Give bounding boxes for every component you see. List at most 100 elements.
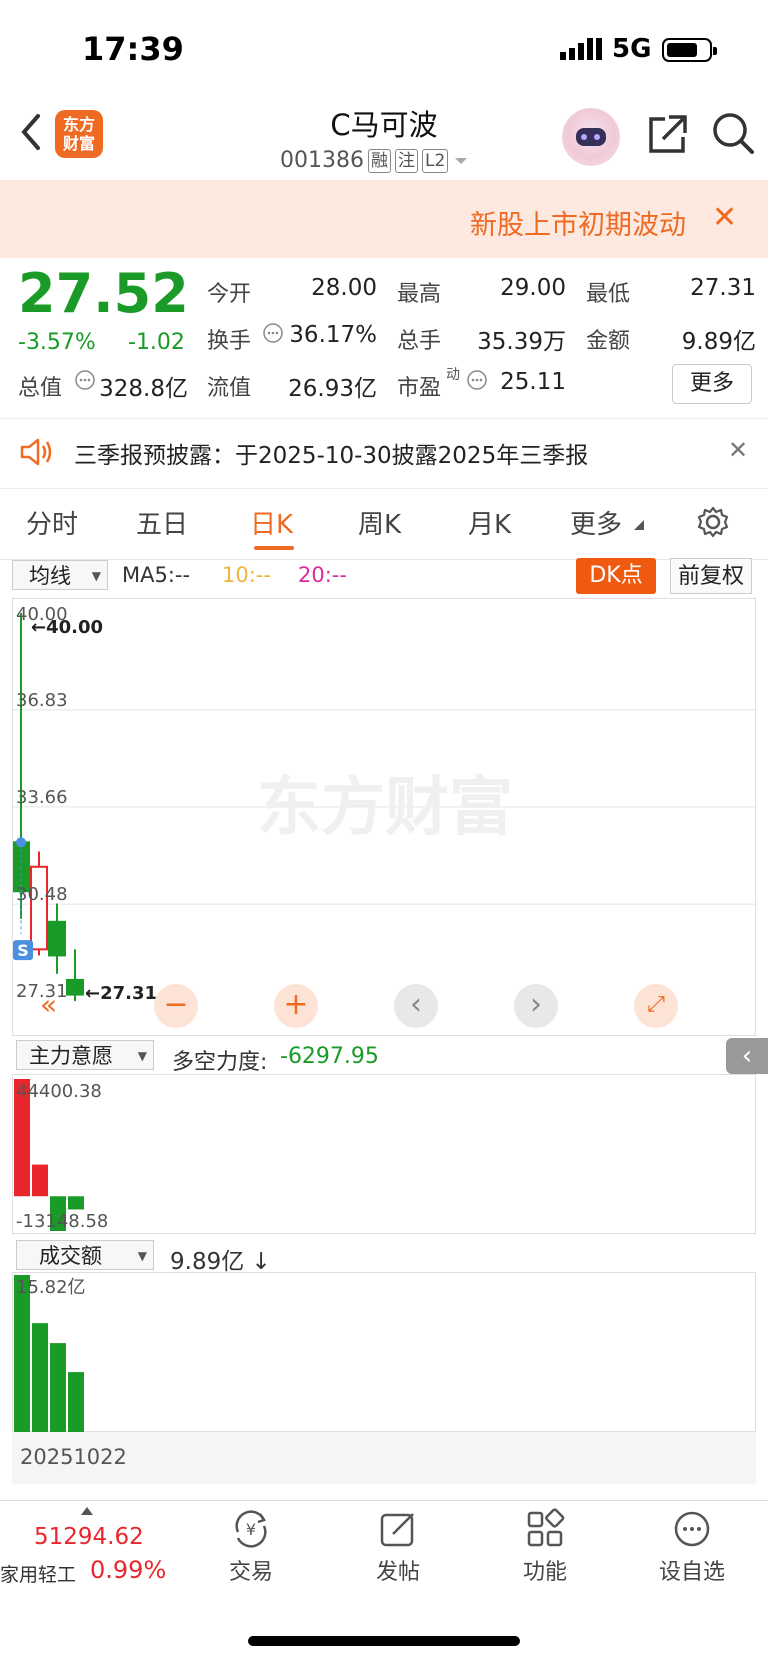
- sector-index-value[interactable]: 51294.62: [34, 1524, 144, 1550]
- info-icon[interactable]: [466, 369, 488, 391]
- marker-s-label: S: [17, 941, 29, 960]
- volume-select-label: 成交额: [39, 1244, 102, 1268]
- mktcap-value: 328.8亿: [99, 376, 188, 402]
- info-icon[interactable]: [74, 369, 96, 391]
- scroll-left-button[interactable]: ‹: [394, 984, 438, 1028]
- announcement-text[interactable]: 三季报预披露：于2025-10-30披露2025年三季报: [74, 436, 588, 470]
- pe-value: 25.11: [500, 369, 566, 395]
- tab-daily-k[interactable]: 日K: [250, 504, 293, 541]
- nav-post[interactable]: 发帖: [343, 1508, 453, 1586]
- signal-icon: [560, 38, 602, 60]
- candle-body: [48, 920, 66, 957]
- min-price-label: ←27.31: [85, 983, 157, 1004]
- stock-code-row[interactable]: 001386 融 注 L2: [280, 148, 470, 173]
- float-value: 26.93亿: [288, 376, 377, 402]
- active-tab-indicator: [254, 546, 294, 550]
- volume-value: 35.39万: [477, 329, 566, 355]
- indicator-value: -6297.95: [280, 1044, 379, 1069]
- status-time: 17:39: [82, 30, 184, 68]
- open-label: 今开: [207, 282, 252, 307]
- stock-code: 001386: [280, 148, 364, 173]
- turnover-value: 36.17%: [289, 322, 377, 348]
- tab-monthly-k[interactable]: 月K: [468, 504, 511, 541]
- trade-icon: ¥: [235, 1510, 267, 1548]
- turnover-label: 换手: [207, 329, 252, 354]
- edit-post-icon: [380, 1513, 414, 1547]
- info-icon[interactable]: [262, 322, 284, 344]
- chevron-down-icon: ▼: [91, 569, 101, 583]
- amount-value: 9.89亿: [681, 329, 756, 355]
- y-tick-label: 36.83: [16, 690, 68, 711]
- nav-post-label: 发帖: [375, 1560, 420, 1585]
- sector-change-percent[interactable]: 0.99%: [90, 1556, 166, 1584]
- tag-level2: L2: [421, 148, 449, 173]
- indicator-bar: [68, 1196, 84, 1210]
- svg-text:¥: ¥: [246, 1520, 256, 1539]
- y-tick-label: 44400.38: [16, 1081, 102, 1102]
- nav-add-watchlist-label: 设自选: [658, 1560, 725, 1585]
- tab-intraday[interactable]: 分时: [26, 504, 78, 541]
- tag-margin: 融: [367, 148, 391, 173]
- volume-svg: 15.82亿: [14, 1275, 86, 1433]
- search-icon[interactable]: [712, 112, 756, 156]
- scroll-right-button[interactable]: ›: [514, 984, 558, 1028]
- indicator-bar: [32, 1164, 48, 1197]
- indicator-select-label: 主力意愿: [29, 1044, 113, 1068]
- nav-trade[interactable]: ¥ 交易: [196, 1508, 306, 1586]
- kline-chart[interactable]: 东方财富 40.00 36.83 33.66 30.48 27.31 ←40.00 ←27…: [12, 598, 757, 1036]
- volume-bar: [14, 1275, 30, 1433]
- notice-close-icon[interactable]: ✕: [712, 200, 737, 235]
- amount-label: 金额: [586, 329, 631, 354]
- low-label: 最低: [586, 282, 631, 307]
- volume-label: 总手: [397, 329, 442, 354]
- date-label: 20251022: [20, 1445, 127, 1469]
- corner-caret-icon: [634, 520, 644, 530]
- candle-body: [66, 978, 84, 996]
- tab-five-day[interactable]: 五日: [136, 504, 188, 541]
- zoom-in-button[interactable]: +: [274, 984, 318, 1028]
- indicator-svg: 44400.38 -13148.58: [14, 1079, 108, 1232]
- volume-value: 9.89亿 ↓: [170, 1249, 271, 1275]
- chevron-down-icon: ▼: [137, 1249, 147, 1263]
- nav-functions-label: 功能: [522, 1560, 567, 1585]
- rewind-icon[interactable]: «: [40, 988, 57, 1021]
- float-label: 流值: [207, 376, 252, 401]
- share-icon[interactable]: [645, 113, 689, 157]
- volume-bar: [32, 1323, 48, 1433]
- nav-add-watchlist[interactable]: 设自选: [637, 1508, 747, 1586]
- y-tick-label: -13148.58: [16, 1211, 108, 1232]
- notice-text[interactable]: 新股上市初期波动: [470, 203, 690, 242]
- ma20-label: 20:--: [298, 563, 347, 587]
- y-tick-label: 15.82亿: [16, 1277, 86, 1298]
- current-price: 27.52: [18, 262, 189, 325]
- fullscreen-icon[interactable]: ⤢: [634, 984, 678, 1028]
- indicator-label: 多空力度:: [172, 1050, 268, 1075]
- more-button[interactable]: 更多: [672, 364, 752, 404]
- y-tick-label: 33.66: [16, 787, 68, 808]
- announcement-close-icon[interactable]: ✕: [728, 436, 748, 464]
- divider: [0, 418, 768, 419]
- watermark: 东方财富: [257, 771, 513, 845]
- kline-svg: 东方财富 40.0036.8333.6630.4827.31 ←40.00←27…: [12, 604, 757, 1004]
- collapse-panel-button[interactable]: ‹: [726, 1038, 768, 1074]
- volume-select[interactable]: 成交额 ▼: [16, 1240, 154, 1270]
- indicator-chart[interactable]: 44400.38 -13148.58: [12, 1074, 756, 1234]
- change-amount: -1.02: [128, 330, 185, 355]
- indicator-select[interactable]: 主力意愿 ▼: [16, 1040, 154, 1070]
- settings-gear-icon[interactable]: [696, 505, 730, 539]
- zoom-out-button[interactable]: −: [154, 984, 198, 1028]
- change-percent: -3.57%: [18, 330, 96, 355]
- ma-select[interactable]: 均线 ▼: [12, 560, 108, 590]
- forward-adjust-button[interactable]: 前复权: [670, 558, 752, 594]
- tab-weekly-k[interactable]: 周K: [358, 504, 401, 541]
- nav-functions[interactable]: 功能: [490, 1508, 600, 1586]
- y-tick-label: 30.48: [16, 884, 68, 905]
- ai-assistant-icon[interactable]: [562, 108, 620, 166]
- tab-more[interactable]: 更多: [570, 504, 622, 541]
- pe-sup: 动: [446, 367, 460, 383]
- dk-point-button[interactable]: DK点: [576, 558, 656, 594]
- sector-name[interactable]: 家用轻工: [0, 1560, 76, 1587]
- home-indicator: [248, 1636, 520, 1646]
- volume-chart[interactable]: 15.82亿: [12, 1272, 756, 1433]
- grid-apps-icon: [527, 1508, 565, 1547]
